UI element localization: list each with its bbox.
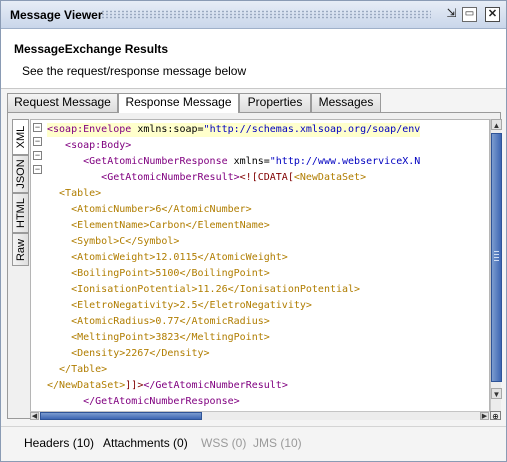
code-line[interactable]: <Symbol>C</Symbol> [47, 235, 179, 249]
tab-headers[interactable]: Headers (10) [24, 436, 94, 450]
horizontal-scroll-thumb[interactable] [40, 412, 202, 420]
code-token: <soap:Body> [47, 140, 132, 151]
xml-code[interactable]: <soap:Envelope xmlns:soap="http://schema… [47, 120, 489, 411]
code-line[interactable]: <BoilingPoint>5100</BoilingPoint> [47, 267, 270, 281]
code-token: </GetAtomicNumberResult> [143, 380, 288, 391]
code-token: <EletroNegativity>2.5</EletroNegativity> [47, 300, 312, 311]
code-token: "http://www.webserviceX.N [269, 156, 421, 167]
xml-editor[interactable]: − − − − <soap:Envelope xmlns:soap="http:… [30, 119, 490, 412]
code-line[interactable]: </Table> [47, 363, 107, 377]
scroll-right-icon[interactable]: ▶ [480, 412, 489, 420]
code-token: </NewDataSet> [47, 380, 126, 391]
code-line[interactable]: <MeltingPoint>3823</MeltingPoint> [47, 331, 270, 345]
zoom-corner-icon[interactable]: ⊕ [490, 411, 501, 421]
title-bar[interactable]: Message Viewer ⇲ ▭ ✕ [1, 1, 506, 29]
vertical-scrollbar[interactable]: ▲ ▼ [490, 119, 502, 412]
title-grip [101, 10, 431, 19]
code-line[interactable]: <soap:Envelope xmlns:soap="http://schema… [47, 123, 421, 137]
code-token: </GetAtomicNumberResponse> [47, 396, 240, 407]
code-token: <AtomicWeight>12.0115</AtomicWeight> [47, 252, 288, 263]
code-line[interactable]: <Table> [47, 187, 101, 201]
code-line[interactable]: <EletroNegativity>2.5</EletroNegativity> [47, 299, 312, 313]
code-line[interactable]: <AtomicRadius>0.77</AtomicRadius> [47, 315, 270, 329]
fold-toggle-icon[interactable]: − [33, 123, 42, 132]
results-header: MessageExchange Results See the request/… [1, 29, 506, 89]
fold-gutter: − − − − [31, 120, 45, 411]
tab-response-message[interactable]: Response Message [118, 93, 239, 113]
tab-properties[interactable]: Properties [239, 93, 311, 112]
code-token: <Table> [47, 188, 102, 199]
code-token: <GetAtomicNumberResponse [47, 156, 234, 167]
code-line[interactable]: <GetAtomicNumberResponse xmlns="http://w… [47, 155, 420, 169]
fold-toggle-icon[interactable]: − [33, 165, 42, 174]
code-line[interactable]: </NewDataSet>]]></GetAtomicNumberResult> [47, 379, 288, 393]
window-title: Message Viewer [10, 8, 103, 22]
tab-attachments[interactable]: Attachments (0) [103, 436, 188, 450]
code-token: <AtomicNumber>6</AtomicNumber> [47, 204, 252, 215]
tab-messages[interactable]: Messages [311, 93, 381, 112]
tab-wss[interactable]: WSS (0) [201, 436, 246, 450]
vertical-scroll-thumb[interactable] [491, 133, 502, 382]
tab-request-message[interactable]: Request Message [7, 93, 118, 112]
code-token: <soap:Envelope [47, 124, 138, 135]
code-token: "http://schemas.xmlsoap.org/soap/env [203, 124, 421, 135]
results-title: MessageExchange Results [14, 42, 169, 56]
code-token: xmlns:soap= [137, 124, 204, 135]
code-token: <NewDataSet> [293, 172, 367, 183]
code-line[interactable]: <GetAtomicNumberResult><![CDATA[<NewData… [47, 171, 366, 185]
horizontal-scrollbar[interactable]: ◀ ▶ [30, 411, 490, 420]
code-token: <ElementName>Carbon</ElementName> [47, 220, 270, 231]
scroll-up-icon[interactable]: ▲ [491, 119, 502, 130]
view-tab-html[interactable]: HTML [12, 193, 29, 233]
code-token: ]]> [125, 380, 144, 391]
code-line[interactable]: </GetAtomicNumberResponse> [47, 395, 240, 409]
tab-jms[interactable]: JMS (10) [253, 436, 302, 450]
code-token: xmlns= [233, 156, 270, 167]
code-line[interactable]: <Density>2267</Density> [47, 347, 210, 361]
close-icon[interactable]: ✕ [485, 7, 500, 22]
code-token: </Table> [47, 364, 108, 375]
code-line[interactable]: <soap:Body> [47, 139, 131, 153]
code-line[interactable]: <IonisationPotential>11.26</IonisationPo… [47, 283, 360, 297]
message-viewer-window: Message Viewer ⇲ ▭ ✕ MessageExchange Res… [0, 0, 507, 462]
detach-icon[interactable]: ⇲ [444, 7, 459, 22]
code-token: <Symbol>C</Symbol> [47, 236, 180, 247]
view-tab-xml[interactable]: XML [12, 119, 29, 155]
code-token: <![CDATA[ [239, 172, 294, 183]
view-tab-json[interactable]: JSON [12, 155, 29, 193]
code-token: <IonisationPotential>11.26</IonisationPo… [47, 284, 361, 295]
response-panel: XML JSON HTML Raw − − − − <soap:Envelope… [7, 112, 502, 421]
scroll-left-icon[interactable]: ◀ [30, 412, 39, 420]
view-tab-raw[interactable]: Raw [12, 233, 29, 266]
message-tabs: Request Message Response Message Propert… [7, 93, 501, 113]
scroll-down-icon[interactable]: ▼ [491, 388, 502, 399]
fold-toggle-icon[interactable]: − [33, 151, 42, 160]
code-token: <BoilingPoint>5100</BoilingPoint> [47, 268, 270, 279]
code-token: <MeltingPoint>3823</MeltingPoint> [47, 332, 270, 343]
code-token: <GetAtomicNumberResult> [47, 172, 240, 183]
code-line[interactable]: <ElementName>Carbon</ElementName> [47, 219, 270, 233]
maximize-icon[interactable]: ▭ [462, 7, 477, 22]
code-token: <Density>2267</Density> [47, 348, 210, 359]
results-subtitle: See the request/response message below [22, 64, 247, 78]
code-line[interactable]: <AtomicWeight>12.0115</AtomicWeight> [47, 251, 288, 265]
code-token: <AtomicRadius>0.77</AtomicRadius> [47, 316, 270, 327]
code-line[interactable]: <AtomicNumber>6</AtomicNumber> [47, 203, 252, 217]
fold-toggle-icon[interactable]: − [33, 137, 42, 146]
bottom-tabs: Headers (10) Attachments (0) WSS (0) JMS… [1, 426, 506, 461]
